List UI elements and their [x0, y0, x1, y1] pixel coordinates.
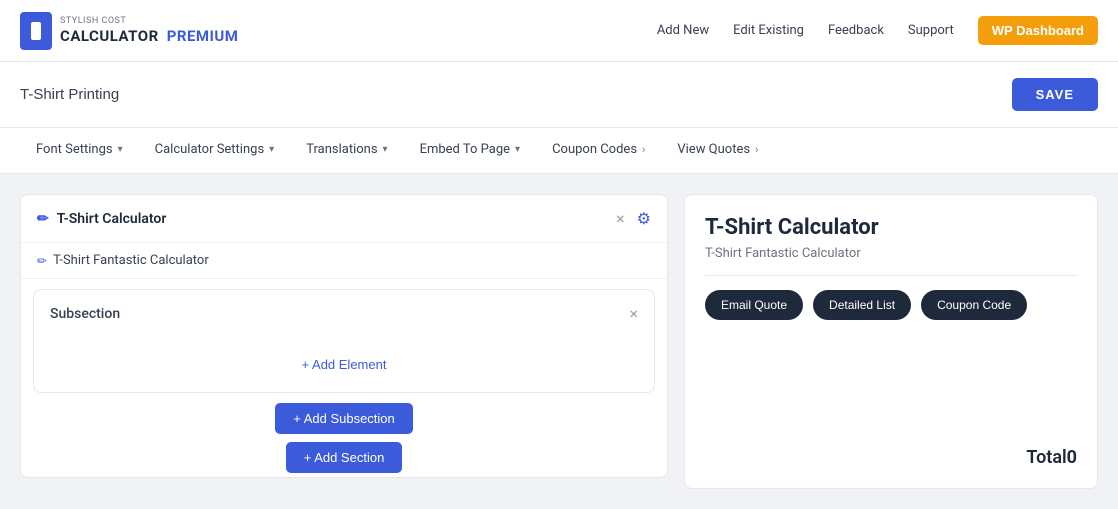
add-element-area: + Add Element	[34, 337, 654, 392]
tab-font-settings[interactable]: Font Settings ▾	[20, 128, 139, 173]
section-subtitle-row: ✏ T-Shirt Fantastic Calculator	[21, 243, 667, 279]
section-title: ✏ T-Shirt Calculator	[37, 211, 166, 227]
logo-text: STYLISH COST CALCULATOR PREMIUM	[60, 17, 238, 44]
arrow-right-icon: ›	[642, 143, 645, 156]
subsection-header: Subsection ×	[34, 290, 654, 337]
chevron-down-icon: ▾	[383, 144, 388, 155]
preview-buttons: Email Quote Detailed List Coupon Code	[705, 290, 1077, 320]
header-nav: Add New Edit Existing Feedback Support W…	[657, 16, 1098, 45]
tab-coupon-codes[interactable]: Coupon Codes ›	[536, 128, 661, 173]
add-element-button[interactable]: + Add Element	[302, 357, 387, 372]
tab-embed-to-page-label: Embed To Page	[420, 142, 510, 157]
tab-view-quotes-label: View Quotes	[677, 142, 750, 157]
total-value: 0	[1067, 447, 1077, 468]
save-button[interactable]: SAVE	[1012, 78, 1098, 111]
section-close-button[interactable]: ×	[616, 211, 625, 227]
section-subtitle-text: T-Shirt Fantastic Calculator	[53, 253, 209, 268]
add-subsection-button[interactable]: + Add Subsection	[275, 403, 413, 434]
pencil-icon: ✏	[37, 211, 49, 227]
total-row: Total 0	[705, 447, 1077, 468]
title-bar: SAVE	[0, 62, 1118, 128]
logo-calc-text: CALCULATOR	[60, 27, 159, 45]
add-new-link[interactable]: Add New	[657, 23, 709, 38]
wp-dashboard-button[interactable]: WP Dashboard	[978, 16, 1098, 45]
subsection-title-text: Subsection	[50, 306, 120, 322]
subsection-close-button[interactable]: ×	[629, 304, 638, 323]
add-section-button[interactable]: + Add Section	[286, 442, 403, 473]
tab-calculator-settings-label: Calculator Settings	[155, 142, 265, 157]
coupon-code-button[interactable]: Coupon Code	[921, 290, 1027, 320]
chevron-down-icon: ▾	[515, 144, 520, 155]
total-label: Total	[1026, 447, 1066, 468]
logo-icon	[20, 12, 52, 50]
tab-translations-label: Translations	[306, 142, 377, 157]
tab-calculator-settings[interactable]: Calculator Settings ▾	[139, 128, 291, 173]
subsection-card: Subsection × + Add Element	[33, 289, 655, 393]
right-panel: T-Shirt Calculator T-Shirt Fantastic Cal…	[684, 194, 1098, 489]
header: STYLISH COST CALCULATOR PREMIUM Add New …	[0, 0, 1118, 62]
main-layout: ✏ T-Shirt Calculator × ⚙ ✏ T-Shirt Fanta…	[0, 174, 1118, 509]
calculator-name-input[interactable]	[20, 86, 420, 103]
pencil-icon: ✏	[37, 254, 47, 268]
logo-premium-text: PREMIUM	[167, 27, 239, 45]
arrow-right-icon: ›	[755, 143, 758, 156]
tab-view-quotes[interactable]: View Quotes ›	[661, 128, 774, 173]
tab-coupon-codes-label: Coupon Codes	[552, 142, 637, 157]
section-header: ✏ T-Shirt Calculator × ⚙	[21, 195, 667, 243]
section-actions: × ⚙	[616, 209, 651, 228]
bottom-buttons: + Add Subsection + Add Section	[21, 403, 667, 477]
edit-existing-link[interactable]: Edit Existing	[733, 23, 804, 38]
preview-subtitle: T-Shirt Fantastic Calculator	[705, 246, 1077, 276]
tab-embed-to-page[interactable]: Embed To Page ▾	[404, 128, 536, 173]
section-title-text: T-Shirt Calculator	[57, 211, 167, 227]
support-link[interactable]: Support	[908, 23, 954, 38]
email-quote-button[interactable]: Email Quote	[705, 290, 803, 320]
detailed-list-button[interactable]: Detailed List	[813, 290, 911, 320]
feedback-link[interactable]: Feedback	[828, 23, 884, 38]
tab-bar: Font Settings ▾ Calculator Settings ▾ Tr…	[0, 128, 1118, 174]
logo-area: STYLISH COST CALCULATOR PREMIUM	[20, 12, 238, 50]
section-card: ✏ T-Shirt Calculator × ⚙ ✏ T-Shirt Fanta…	[20, 194, 668, 478]
logo-stylish-text: STYLISH COST	[60, 17, 238, 27]
subsection-wrapper: Subsection × + Add Element	[21, 279, 667, 403]
preview-title: T-Shirt Calculator	[705, 215, 1077, 240]
chevron-down-icon: ▾	[269, 144, 274, 155]
chevron-down-icon: ▾	[118, 144, 123, 155]
tab-translations[interactable]: Translations ▾	[290, 128, 403, 173]
tab-font-settings-label: Font Settings	[36, 142, 113, 157]
section-gear-button[interactable]: ⚙	[637, 209, 651, 228]
left-panel: ✏ T-Shirt Calculator × ⚙ ✏ T-Shirt Fanta…	[20, 194, 668, 489]
